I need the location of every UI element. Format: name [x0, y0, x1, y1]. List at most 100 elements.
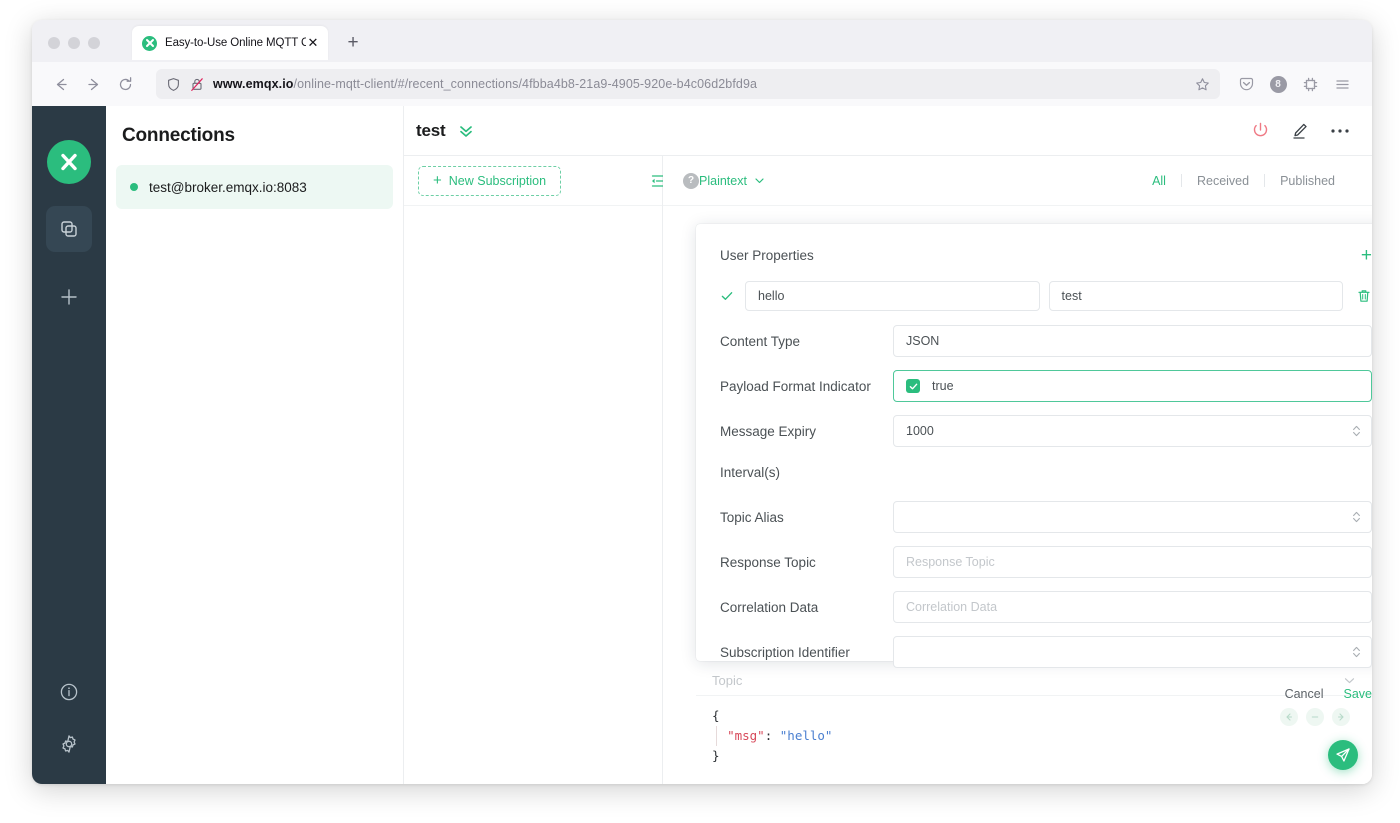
emqx-favicon-icon [142, 35, 157, 51]
chevron-double-down-icon[interactable] [457, 122, 475, 140]
stepper-icon[interactable] [1352, 646, 1361, 659]
checkbox-checked-icon [906, 379, 920, 393]
connection-actions [1251, 121, 1350, 141]
page-title: test [416, 120, 446, 140]
connections-title: Connections [122, 125, 235, 146]
message-expiry-input[interactable]: 1000 [893, 415, 1372, 447]
disconnect-icon[interactable] [1251, 121, 1270, 140]
close-window-button[interactable] [48, 37, 60, 49]
response-topic-input[interactable]: Response Topic [893, 546, 1372, 578]
content-type-input[interactable]: JSON [893, 325, 1372, 357]
list-item[interactable]: test@broker.emqx.io:8083 [116, 165, 393, 209]
new-subscription-label: New Subscription [448, 173, 547, 188]
topic-alias-input[interactable] [893, 501, 1372, 533]
payload-format-select[interactable]: Plaintext [699, 174, 765, 188]
sidebar-item-connections[interactable] [46, 206, 92, 252]
stepper-icon[interactable] [1352, 425, 1361, 438]
help-icon[interactable]: ? [683, 172, 699, 189]
connections-list: test@broker.emqx.io:8083 [106, 147, 403, 209]
user-property-value-input[interactable]: test [1048, 281, 1344, 311]
connection-status-dot [130, 183, 138, 191]
plus-icon: + [433, 172, 442, 189]
new-tab-button[interactable]: + [342, 32, 364, 54]
field-correlation-data: Correlation Data Correlation Data [720, 591, 1372, 623]
add-user-property-button[interactable]: + [1361, 246, 1372, 265]
tab-published[interactable]: Published [1265, 174, 1350, 188]
extensions-icon[interactable] [1296, 70, 1324, 98]
next-message-icon[interactable] [1332, 708, 1350, 726]
user-property-key-input[interactable]: hello [745, 281, 1040, 311]
emqx-logo-icon[interactable] [47, 140, 91, 184]
forward-button[interactable] [78, 69, 108, 99]
reload-button[interactable] [110, 69, 140, 99]
save-to-pocket-icon[interactable] [1232, 70, 1260, 98]
new-subscription-button[interactable]: + New Subscription [418, 165, 562, 196]
url-path: /online-mqtt-client/#/recent_connections… [293, 77, 758, 91]
json-key: "msg" [727, 728, 765, 743]
clear-message-icon[interactable] [1306, 708, 1324, 726]
meta-panel-footer: Cancel Save [720, 681, 1372, 701]
cancel-button[interactable]: Cancel [1285, 687, 1324, 701]
address-bar[interactable]: www.emqx.io/online-mqtt-client/#/recent_… [156, 69, 1220, 99]
window-traffic-lights [48, 37, 100, 49]
payload-format-indicator-checkbox[interactable]: true [893, 370, 1372, 402]
user-properties-title: User Properties [720, 248, 814, 263]
prev-message-icon[interactable] [1280, 708, 1298, 726]
field-label: Response Topic [720, 554, 816, 570]
edit-icon[interactable] [1290, 121, 1310, 141]
minimize-window-button[interactable] [68, 37, 80, 49]
more-icon[interactable] [1330, 128, 1350, 134]
field-response-topic: Response Topic Response Topic [720, 546, 1372, 578]
maximize-window-button[interactable] [88, 37, 100, 49]
app-rail [32, 106, 106, 784]
tab-received[interactable]: Received [1182, 174, 1264, 188]
payload-editor[interactable]: { "msg": "hello" } [696, 696, 1372, 784]
settings-icon[interactable] [59, 734, 79, 754]
account-badge: 8 [1269, 75, 1287, 93]
tab-all[interactable]: All [1152, 174, 1181, 188]
check-icon [720, 289, 736, 303]
account-button[interactable]: 8 [1264, 70, 1292, 98]
field-message-expiry-unit: Interval(s) [720, 456, 1372, 488]
field-label: Correlation Data [720, 599, 819, 615]
message-filter-tabs: All Received Published [1152, 174, 1350, 188]
browser-tabstrip: Easy-to-Use Online MQTT Clien ✕ + [32, 20, 1372, 62]
field-label: Payload Format Indicator [720, 378, 871, 394]
delete-icon[interactable] [1356, 288, 1372, 304]
editor-nav-buttons [1280, 708, 1350, 726]
send-button[interactable] [1328, 740, 1358, 770]
correlation-data-input[interactable]: Correlation Data [893, 591, 1372, 623]
info-icon[interactable] [59, 682, 79, 702]
insecure-lock-icon[interactable] [190, 77, 204, 92]
connection-titlebar: test [404, 106, 1372, 156]
user-property-row: hello test [720, 281, 1372, 311]
shield-icon[interactable] [166, 77, 181, 92]
add-icon [58, 286, 80, 308]
browser-menu-icon[interactable] [1328, 70, 1356, 98]
back-button[interactable] [46, 69, 76, 99]
json-string: "hello" [779, 728, 833, 743]
browser-toolbar-actions: 8 [1232, 70, 1358, 98]
field-label: Topic Alias [720, 509, 784, 525]
subscription-identifier-input[interactable] [893, 636, 1372, 668]
browser-window: Easy-to-Use Online MQTT Clien ✕ + www.em… [32, 20, 1372, 784]
subscriptions-header: + New Subscription [404, 156, 667, 206]
field-topic-alias: Topic Alias [720, 501, 1372, 533]
save-button[interactable]: Save [1344, 687, 1373, 701]
browser-tab[interactable]: Easy-to-Use Online MQTT Clien ✕ [132, 26, 328, 60]
bookmark-star-icon[interactable] [1195, 77, 1210, 92]
meta-properties-panel: User Properties + hello test Content Typ… [696, 224, 1372, 701]
close-tab-icon[interactable]: ✕ [306, 36, 320, 50]
field-label-continuation: Interval(s) [720, 464, 781, 480]
rail-bottom-actions [59, 682, 79, 754]
messages-toolbar: ? Plaintext All Received Published [663, 156, 1372, 206]
user-properties-header: User Properties + [720, 246, 1372, 265]
stepper-icon[interactable] [1352, 511, 1361, 524]
field-subscription-identifier: Subscription Identifier [720, 636, 1372, 668]
editor-line-3: } [712, 748, 720, 763]
field-label: Subscription Identifier [720, 644, 850, 660]
json-colon: : [764, 728, 780, 743]
connections-icon [59, 219, 79, 239]
message-expiry-value: 1000 [906, 424, 934, 438]
sidebar-item-new-connection[interactable] [46, 274, 92, 320]
